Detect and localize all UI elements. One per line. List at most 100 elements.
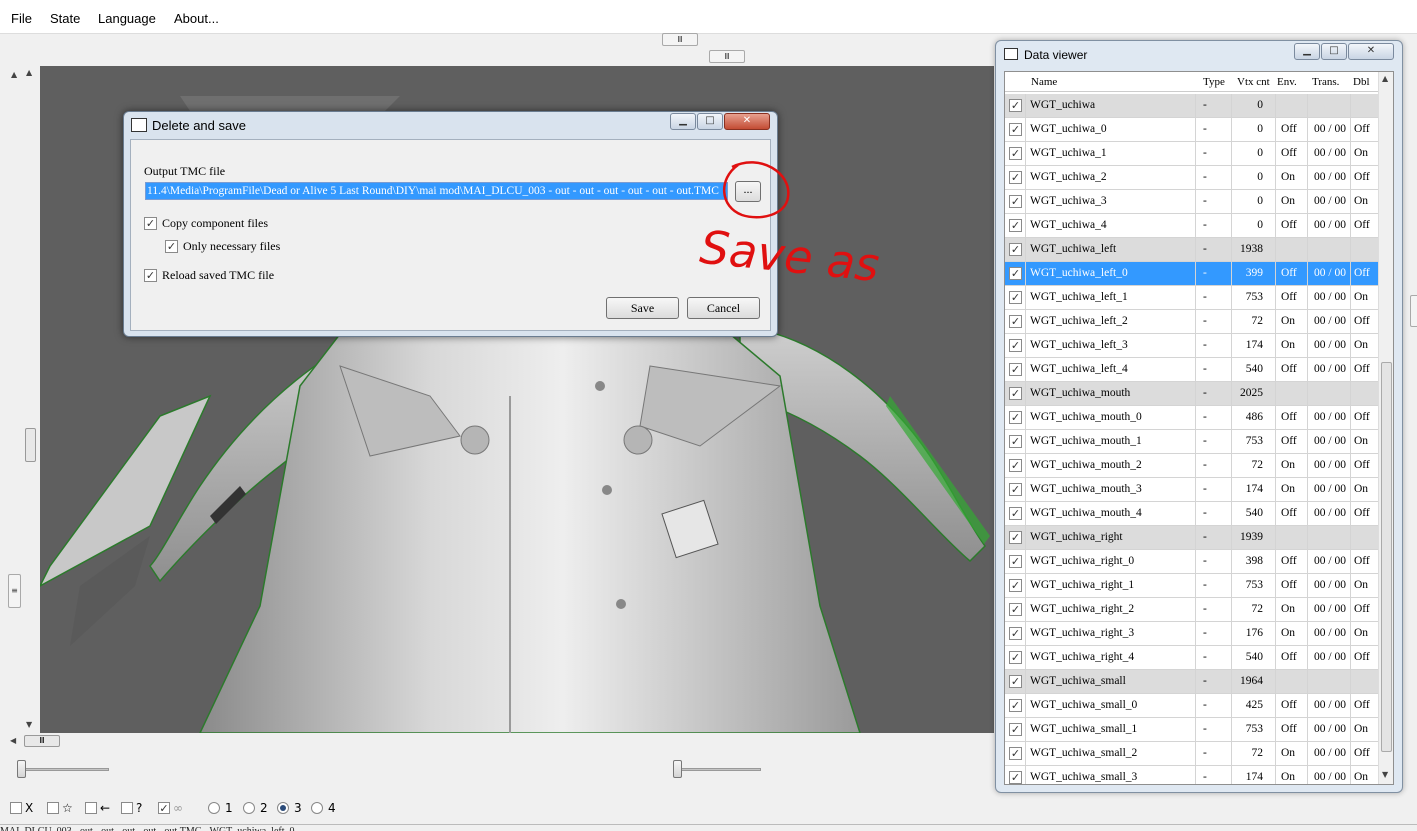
row-visibility-checkbox[interactable]: ✓ — [1009, 507, 1022, 520]
row-visibility-checkbox[interactable]: ✓ — [1009, 555, 1022, 568]
menu-language[interactable]: Language — [98, 11, 156, 26]
table-row[interactable]: ✓ WGT_uchiwa_left_2 - 72 On 00 / 00 Off — [1005, 310, 1379, 334]
viewport-splitter-handle[interactable]: Ⅲ — [709, 50, 745, 63]
table-row[interactable]: ✓ WGT_uchiwa_small_3 - 174 On 00 / 00 On — [1005, 766, 1379, 784]
maximize-button[interactable]: □ — [697, 113, 723, 130]
toolbar-toggle-checkbox[interactable] — [10, 802, 22, 814]
output-path-field[interactable]: 11.4\Media\ProgramFile\Dead or Alive 5 L… — [145, 182, 728, 200]
table-row[interactable]: ✓ WGT_uchiwa_left_3 - 174 On 00 / 00 On — [1005, 334, 1379, 358]
column-header-dbl[interactable]: Dbl — [1353, 76, 1370, 88]
row-visibility-checkbox[interactable]: ✓ — [1009, 675, 1022, 688]
row-visibility-checkbox[interactable]: ✓ — [1009, 627, 1022, 640]
left-panel-up-arrow[interactable]: ▲ — [11, 70, 17, 79]
row-visibility-checkbox[interactable]: ✓ — [1009, 483, 1022, 496]
menu-file[interactable]: File — [11, 11, 32, 26]
row-visibility-checkbox[interactable]: ✓ — [1009, 531, 1022, 544]
reload-tmc-checkbox[interactable]: ✓ — [144, 269, 157, 282]
table-row[interactable]: ✓ WGT_uchiwa_mouth_4 - 540 Off 00 / 00 Off — [1005, 502, 1379, 526]
column-header-type[interactable]: Type — [1203, 76, 1225, 88]
row-visibility-checkbox[interactable]: ✓ — [1009, 291, 1022, 304]
table-row[interactable]: ✓ WGT_uchiwa_mouth_3 - 174 On 00 / 00 On — [1005, 478, 1379, 502]
table-row[interactable]: ✓ WGT_uchiwa_small_2 - 72 On 00 / 00 Off — [1005, 742, 1379, 766]
row-visibility-checkbox[interactable]: ✓ — [1009, 243, 1022, 256]
table-row[interactable]: ✓ WGT_uchiwa_right - 1939 — [1005, 526, 1379, 550]
menu-state[interactable]: State — [50, 11, 80, 26]
row-visibility-checkbox[interactable]: ✓ — [1009, 435, 1022, 448]
row-visibility-checkbox[interactable]: ✓ — [1009, 219, 1022, 232]
horizontal-scroll-thumb[interactable]: Ⅲ — [24, 735, 60, 747]
row-visibility-checkbox[interactable]: ✓ — [1009, 123, 1022, 136]
column-header-env[interactable]: Env. — [1277, 76, 1297, 88]
table-row[interactable]: ✓ WGT_uchiwa_mouth_2 - 72 On 00 / 00 Off — [1005, 454, 1379, 478]
right-splitter-handle[interactable] — [1410, 295, 1417, 327]
right-slider-track[interactable] — [673, 768, 761, 771]
toolbar-toggle-checkbox[interactable] — [85, 802, 97, 814]
table-row[interactable]: ✓ WGT_uchiwa_left_4 - 540 Off 00 / 00 Off — [1005, 358, 1379, 382]
table-row[interactable]: ✓ WGT_uchiwa_0 - 0 Off 00 / 00 Off — [1005, 118, 1379, 142]
table-row[interactable]: ✓ WGT_uchiwa_left - 1938 — [1005, 238, 1379, 262]
table-row[interactable]: ✓ WGT_uchiwa_1 - 0 Off 00 / 00 On — [1005, 142, 1379, 166]
row-visibility-checkbox[interactable]: ✓ — [1009, 747, 1022, 760]
data-grid[interactable]: Name Type Vtx cnt Env. Trans. Dbl ✓ WGT_u… — [1004, 71, 1394, 785]
table-row[interactable]: ✓ WGT_uchiwa - 0 — [1005, 94, 1379, 118]
table-row[interactable]: ✓ WGT_uchiwa_small_1 - 753 Off 00 / 00 On — [1005, 718, 1379, 742]
row-visibility-checkbox[interactable]: ✓ — [1009, 771, 1022, 784]
left-slider-knob[interactable] — [17, 760, 26, 778]
view-radio-button[interactable] — [208, 802, 220, 814]
table-row[interactable]: ✓ WGT_uchiwa_2 - 0 On 00 / 00 Off — [1005, 166, 1379, 190]
scroll-down-arrow[interactable]: ▼ — [26, 720, 32, 729]
row-visibility-checkbox[interactable]: ✓ — [1009, 699, 1022, 712]
maximize-button[interactable]: □ — [1321, 43, 1347, 60]
column-header-trans[interactable]: Trans. — [1312, 76, 1339, 88]
save-button[interactable]: Save — [606, 297, 679, 319]
view-radio-button[interactable] — [243, 802, 255, 814]
table-row[interactable]: ✓ WGT_uchiwa_left_0 - 399 Off 00 / 00 Off — [1005, 262, 1379, 286]
row-visibility-checkbox[interactable]: ✓ — [1009, 651, 1022, 664]
toolbar-toggle-checkbox[interactable] — [47, 802, 59, 814]
scroll-thumb[interactable] — [25, 428, 36, 462]
row-visibility-checkbox[interactable]: ✓ — [1009, 99, 1022, 112]
close-button[interactable]: ✕ — [1348, 43, 1394, 60]
horizontal-scrollbar[interactable]: ◀ Ⅲ — [10, 733, 994, 749]
table-row[interactable]: ✓ WGT_uchiwa_right_3 - 176 On 00 / 00 On — [1005, 622, 1379, 646]
only-necessary-checkbox[interactable]: ✓ — [165, 240, 178, 253]
row-visibility-checkbox[interactable]: ✓ — [1009, 267, 1022, 280]
row-visibility-checkbox[interactable]: ✓ — [1009, 339, 1022, 352]
scroll-left-arrow[interactable]: ◀ — [10, 736, 16, 745]
column-header-vtx-cnt[interactable]: Vtx cnt — [1237, 76, 1270, 88]
row-visibility-checkbox[interactable]: ✓ — [1009, 411, 1022, 424]
row-visibility-checkbox[interactable]: ✓ — [1009, 147, 1022, 160]
table-row[interactable]: ✓ WGT_uchiwa_right_1 - 753 Off 00 / 00 On — [1005, 574, 1379, 598]
scroll-down-arrow[interactable]: ▼ — [1382, 770, 1388, 779]
table-row[interactable]: ✓ WGT_uchiwa_left_1 - 753 Off 00 / 00 On — [1005, 286, 1379, 310]
row-visibility-checkbox[interactable]: ✓ — [1009, 315, 1022, 328]
grid-scroll-thumb[interactable] — [1381, 362, 1392, 752]
row-visibility-checkbox[interactable]: ✓ — [1009, 363, 1022, 376]
grid-vertical-scrollbar[interactable]: ▲ ▼ — [1378, 72, 1393, 784]
row-visibility-checkbox[interactable]: ✓ — [1009, 603, 1022, 616]
minimize-button[interactable]: ▁ — [670, 113, 696, 130]
scroll-up-arrow[interactable]: ▲ — [26, 68, 32, 77]
table-row[interactable]: ✓ WGT_uchiwa_4 - 0 Off 00 / 00 Off — [1005, 214, 1379, 238]
row-visibility-checkbox[interactable]: ✓ — [1009, 459, 1022, 472]
row-visibility-checkbox[interactable]: ✓ — [1009, 195, 1022, 208]
right-slider-knob[interactable] — [673, 760, 682, 778]
close-button[interactable]: ✕ — [724, 113, 770, 130]
table-row[interactable]: ✓ WGT_uchiwa_mouth_1 - 753 Off 00 / 00 On — [1005, 430, 1379, 454]
table-row[interactable]: ✓ WGT_uchiwa_small_0 - 425 Off 00 / 00 Off — [1005, 694, 1379, 718]
table-row[interactable]: ✓ WGT_uchiwa_mouth_0 - 486 Off 00 / 00 Off — [1005, 406, 1379, 430]
left-vertical-scrollbar[interactable]: ▲ ▼ — [24, 66, 37, 733]
left-slider-track[interactable] — [17, 768, 109, 771]
table-row[interactable]: ✓ WGT_uchiwa_right_2 - 72 On 00 / 00 Off — [1005, 598, 1379, 622]
toolbar-toggle-checkbox[interactable]: ✓ — [158, 802, 170, 814]
row-visibility-checkbox[interactable]: ✓ — [1009, 723, 1022, 736]
row-visibility-checkbox[interactable]: ✓ — [1009, 387, 1022, 400]
minimize-button[interactable]: ▁ — [1294, 43, 1320, 60]
copy-component-checkbox[interactable]: ✓ — [144, 217, 157, 230]
scroll-up-arrow[interactable]: ▲ — [1382, 74, 1388, 83]
row-visibility-checkbox[interactable]: ✓ — [1009, 579, 1022, 592]
table-row[interactable]: ✓ WGT_uchiwa_3 - 0 On 00 / 00 On — [1005, 190, 1379, 214]
view-radio-button[interactable] — [311, 802, 323, 814]
view-radio-button[interactable] — [277, 802, 289, 814]
menu-about[interactable]: About... — [174, 11, 219, 26]
